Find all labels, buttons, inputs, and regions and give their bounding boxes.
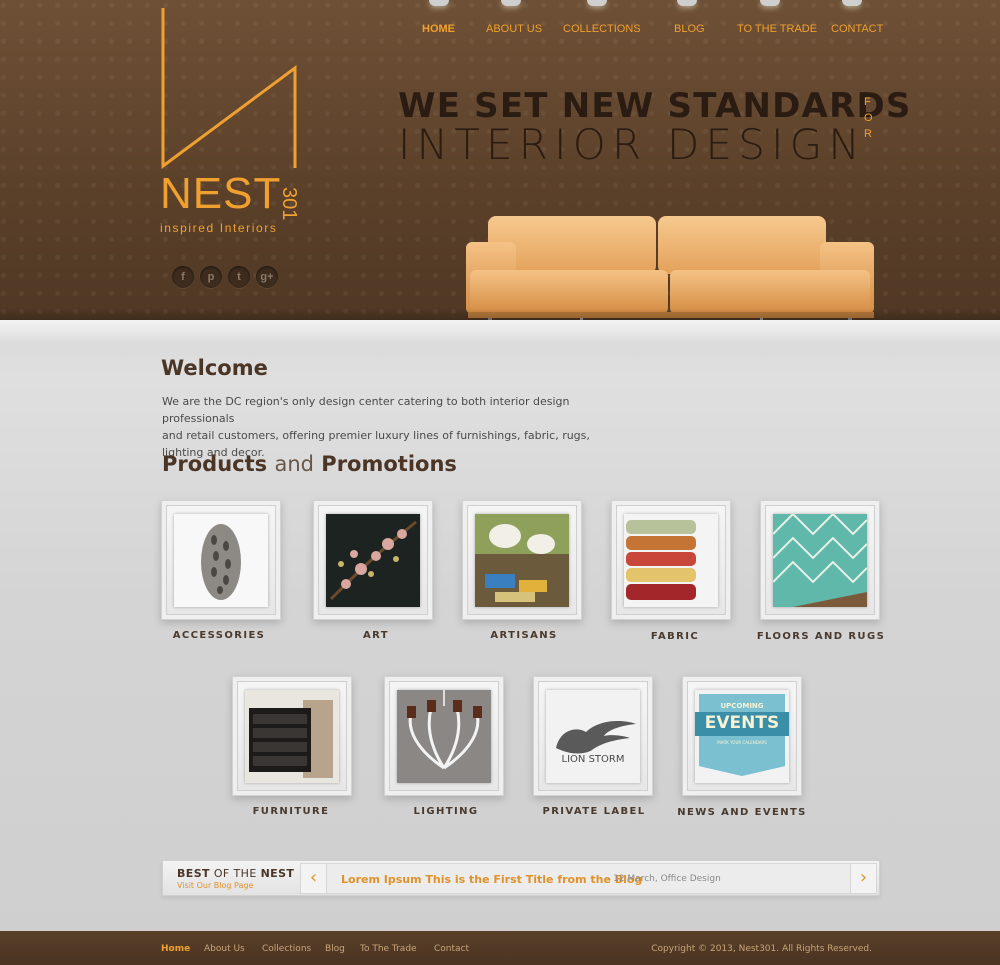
product-label[interactable]: LIGHTING — [366, 806, 526, 817]
product-tile-fabric[interactable] — [611, 500, 731, 620]
product-label[interactable]: NEWS AND EVENTS — [662, 807, 822, 818]
product-tile-accessories[interactable] — [161, 500, 281, 620]
welcome-line: We are the DC region's only design cente… — [162, 395, 570, 425]
footer-link-blog[interactable]: Blog — [325, 944, 345, 954]
product-tile-art[interactable] — [313, 500, 433, 620]
nav-home[interactable]: HOME — [422, 23, 455, 35]
product-label[interactable]: PRIVATE LABEL — [514, 806, 674, 817]
lion-storm-logo-image: LION STORM — [546, 690, 640, 783]
lamp-icon — [842, 0, 862, 6]
social-links: f p t g+ — [172, 266, 278, 288]
google-plus-icon[interactable]: g+ — [256, 266, 278, 288]
products-title-bold: Products — [162, 452, 268, 476]
product-tile-furniture[interactable] — [232, 676, 352, 796]
hero-banner: NEST 301 inspired Interiors f p t g+ HOM… — [0, 0, 1000, 322]
facebook-icon[interactable]: f — [172, 266, 194, 288]
lion-storm-text: LION STORM — [561, 754, 625, 765]
welcome-text: We are the DC region's only design cente… — [162, 393, 632, 461]
nav-contact[interactable]: CONTACT — [831, 23, 883, 35]
next-arrow-icon[interactable]: › — [850, 864, 876, 893]
blog-best-bold: NEST — [260, 867, 295, 880]
product-label[interactable]: ART — [296, 630, 456, 641]
footer-link-to-the-trade[interactable]: To The Trade — [360, 944, 417, 954]
art-painting-image — [326, 514, 420, 607]
lamp-icon — [501, 0, 521, 6]
product-label[interactable]: FABRIC — [595, 631, 755, 642]
footer-link-home[interactable]: Home — [161, 944, 190, 954]
welcome-title: Welcome — [161, 356, 268, 380]
product-label[interactable]: ACCESSORIES — [139, 630, 299, 641]
footer-link-contact[interactable]: Contact — [434, 944, 469, 954]
nest-logo-mark[interactable] — [160, 6, 300, 176]
nav-collections[interactable]: COLLECTIONS — [563, 23, 641, 35]
products-title-bold: Promotions — [321, 452, 457, 476]
blog-best-bold: BEST — [177, 867, 210, 880]
nav-to-the-trade[interactable]: TO THE TRADE — [737, 23, 817, 35]
logo-number: 301 — [278, 187, 300, 221]
events-badge-image: UPCOMING EVENTS MARK YOUR CALENDARS — [695, 690, 789, 783]
product-tile-private-label[interactable]: LION STORM — [533, 676, 653, 796]
product-tile-lighting[interactable] — [384, 676, 504, 796]
visit-blog-link[interactable]: Visit Our Blog Page — [177, 881, 253, 890]
products-title: Products and Promotions — [162, 452, 457, 476]
nav-blog[interactable]: BLOG — [674, 23, 705, 35]
vase-image — [174, 514, 268, 607]
footer: Home About Us Collections Blog To The Tr… — [0, 931, 1000, 965]
main-nav: HOME ABOUT US COLLECTIONS BLOG TO THE TR… — [400, 0, 900, 40]
products-title-light: and — [274, 452, 314, 476]
logo-wordmark[interactable]: NEST — [160, 172, 281, 216]
logo-tagline: inspired Interiors — [160, 221, 278, 235]
prev-arrow-icon[interactable]: ‹ — [301, 864, 327, 893]
sofa-image — [466, 216, 874, 322]
floor-shadow — [0, 320, 1000, 380]
blog-post-meta: - 12 March, Office Design — [607, 874, 721, 884]
hero-vertical-text: FOR — [864, 96, 882, 140]
best-of-the-nest-bar: BEST OF THE NEST Visit Our Blog Page ‹ L… — [162, 860, 880, 896]
product-label[interactable]: FURNITURE — [211, 806, 371, 817]
product-tile-artisans[interactable] — [462, 500, 582, 620]
lamp-icon — [677, 0, 697, 6]
product-tile-floors-and-rugs[interactable] — [760, 500, 880, 620]
nav-about-us[interactable]: ABOUT US — [486, 23, 542, 35]
hero-subheadline: INTERIOR DESIGN — [398, 120, 867, 169]
footer-link-collections[interactable]: Collections — [262, 944, 311, 954]
artisans-image — [475, 514, 569, 607]
furniture-dresser-image — [245, 690, 339, 783]
product-label[interactable]: FLOORS AND RUGS — [741, 631, 901, 642]
rug-image — [773, 514, 867, 607]
events-sub-text: MARK YOUR CALENDARS — [717, 740, 767, 745]
events-main-text: EVENTS — [704, 713, 780, 733]
chandelier-image — [397, 690, 491, 783]
blog-best-title: BEST OF THE NEST — [177, 867, 294, 880]
blog-ticker: ‹ Lorem Ipsum This is the First Title fr… — [300, 863, 877, 894]
lamp-icon — [760, 0, 780, 6]
lamp-icon — [587, 0, 607, 6]
blog-best-light: OF THE — [213, 867, 257, 880]
product-tile-news-and-events[interactable]: UPCOMING EVENTS MARK YOUR CALENDARS — [682, 676, 802, 796]
lamp-icon — [429, 0, 449, 6]
pinterest-icon[interactable]: p — [200, 266, 222, 288]
fabric-pillows-image — [624, 514, 718, 607]
product-label[interactable]: ARTISANS — [444, 630, 604, 641]
copyright-text: Copyright © 2013, Nest301. All Rights Re… — [651, 944, 872, 954]
blog-post-title[interactable]: Lorem Ipsum This is the First Title from… — [341, 873, 642, 886]
lion-icon — [556, 721, 636, 754]
events-upcoming-text: UPCOMING — [720, 702, 764, 710]
footer-link-about-us[interactable]: About Us — [204, 944, 245, 954]
twitter-icon[interactable]: t — [228, 266, 250, 288]
